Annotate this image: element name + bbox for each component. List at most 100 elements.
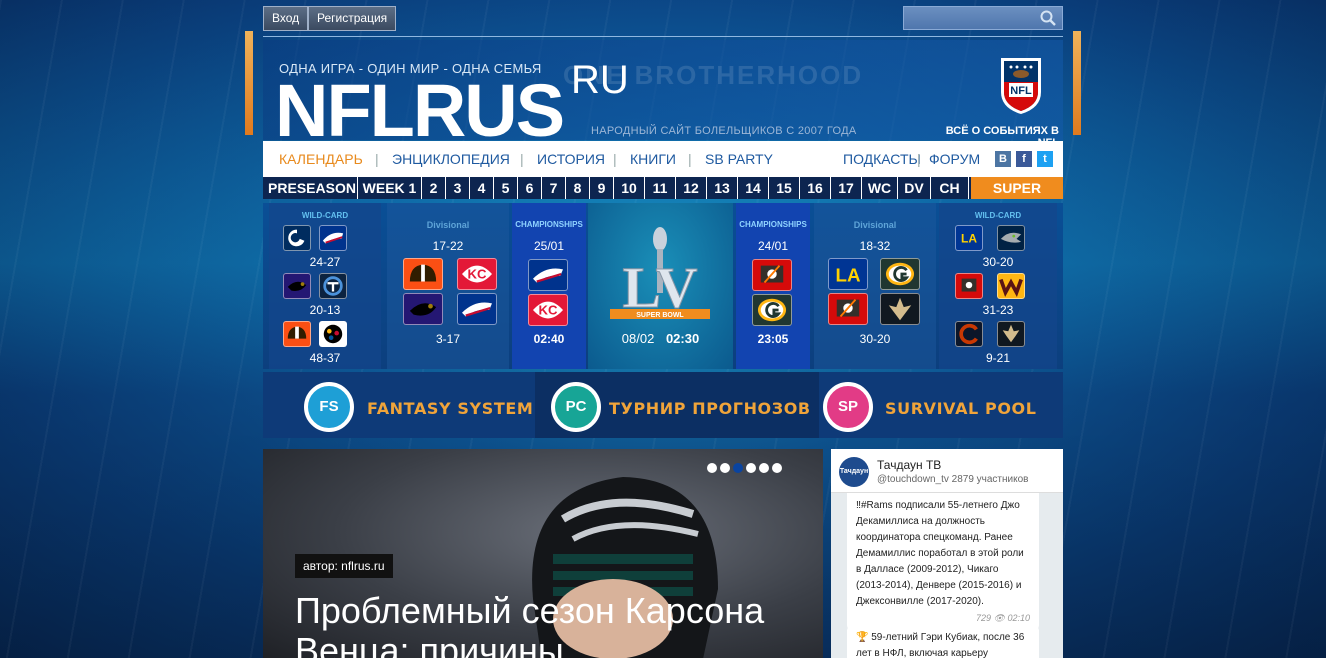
week-14[interactable]: 14 bbox=[738, 177, 769, 199]
nav-item-history[interactable]: ИСТОРИЯ bbox=[537, 151, 605, 167]
svg-text:KC: KC bbox=[539, 303, 558, 318]
week-12[interactable]: 12 bbox=[676, 177, 707, 199]
saints-logo-icon[interactable] bbox=[997, 321, 1025, 347]
week-wc[interactable]: WC bbox=[862, 177, 898, 199]
divider bbox=[263, 36, 1063, 37]
rams-logo-icon[interactable]: LA bbox=[955, 225, 983, 251]
telegram-header[interactable]: Тачдаун Тачдаун ТВ @touchdown_tv 2879 уч… bbox=[831, 449, 1063, 493]
nav-item-encyclopedia[interactable]: ЭНЦИКЛОПЕДИЯ bbox=[392, 151, 510, 167]
rams-logo-icon[interactable]: LA bbox=[828, 258, 868, 290]
telegram-feed[interactable]: ‼#Rams подписали 55-летнего Джо Декамилл… bbox=[831, 493, 1063, 658]
week-2[interactable]: 2 bbox=[422, 177, 446, 199]
round-heading: Divisional bbox=[426, 220, 470, 230]
bracket-left-wildcard: WILD-CARD 24-27 20-13 48-37 bbox=[269, 203, 381, 369]
week-1[interactable]: WEEK 1 bbox=[358, 177, 422, 199]
week-7[interactable]: 7 bbox=[542, 177, 566, 199]
browns-logo-icon[interactable] bbox=[403, 258, 443, 290]
bills-logo-icon[interactable] bbox=[528, 259, 568, 291]
article-title[interactable]: Проблемный сезон Карсона Венца: причины bbox=[295, 591, 815, 658]
search-input[interactable] bbox=[903, 6, 1063, 30]
channel-avatar: Тачдаун bbox=[839, 457, 869, 487]
fantasy-system-label: FANTASY SYSTEM bbox=[367, 399, 534, 418]
facebook-icon[interactable]: f bbox=[1016, 151, 1032, 167]
nav-separator: | bbox=[520, 151, 524, 167]
vk-icon[interactable]: В bbox=[995, 151, 1011, 167]
week-8[interactable]: 8 bbox=[566, 177, 590, 199]
week-9[interactable]: 9 bbox=[590, 177, 614, 199]
week-15[interactable]: 15 bbox=[769, 177, 800, 199]
bills-logo-icon[interactable] bbox=[457, 293, 497, 325]
steelers-logo-icon[interactable] bbox=[319, 321, 347, 347]
colts-logo-icon[interactable] bbox=[283, 225, 311, 251]
nav-item-calendar[interactable]: КАЛЕНДАРЬ bbox=[279, 151, 363, 167]
slider-dot[interactable] bbox=[746, 463, 756, 473]
login-button[interactable]: Вход bbox=[263, 6, 309, 31]
saints-logo-icon[interactable] bbox=[880, 293, 920, 325]
super-bowl-panel[interactable]: LV SUPER BOWL 08/02 02:30 bbox=[588, 203, 733, 369]
chiefs-logo-icon[interactable]: KC bbox=[528, 294, 568, 326]
nfl-badge-text: NFL bbox=[1010, 85, 1032, 97]
nav-separator: | bbox=[375, 151, 379, 167]
week-10[interactable]: 10 bbox=[614, 177, 645, 199]
round-heading: WILD-CARD bbox=[974, 211, 1022, 220]
round-heading: WILD-CARD bbox=[301, 211, 349, 220]
bears-logo-icon[interactable] bbox=[955, 321, 983, 347]
message-text: ‼#Rams подписали 55-летнего Джо Декамилл… bbox=[856, 500, 1024, 607]
nav-item-sb-party[interactable]: SB PARTY bbox=[705, 151, 773, 167]
chiefs-logo-icon[interactable]: KC bbox=[457, 258, 497, 290]
fan-site-caption: НАРОДНЫЙ САЙТ БОЛЕЛЬЩИКОВ С 2007 ГОДА bbox=[591, 125, 857, 137]
game-score: 48-37 bbox=[309, 351, 341, 365]
ravens-logo-icon[interactable] bbox=[403, 293, 443, 325]
search-icon[interactable] bbox=[1040, 10, 1056, 26]
fantasy-system-link[interactable]: FS FANTASY SYSTEM bbox=[263, 372, 535, 438]
site-logo-suffix[interactable]: RU bbox=[571, 58, 629, 102]
slider-dot[interactable] bbox=[772, 463, 782, 473]
week-ch[interactable]: CH bbox=[931, 177, 969, 199]
week-13[interactable]: 13 bbox=[707, 177, 738, 199]
washington-logo-icon[interactable] bbox=[997, 273, 1025, 299]
buccaneers-logo-icon[interactable] bbox=[828, 293, 868, 325]
bracket-glow-right bbox=[1073, 31, 1081, 135]
twitter-icon[interactable]: t bbox=[1037, 151, 1053, 167]
nav-separator: | bbox=[917, 151, 921, 167]
week-17[interactable]: 17 bbox=[831, 177, 862, 199]
article-author: автор: nflrus.ru bbox=[295, 554, 393, 578]
packers-logo-icon[interactable] bbox=[752, 294, 792, 326]
predictions-tournament-link[interactable]: PC ТУРНИР ПРОГНОЗОВ bbox=[535, 372, 819, 438]
week-3[interactable]: 3 bbox=[446, 177, 470, 199]
ravens-logo-icon[interactable] bbox=[283, 273, 311, 299]
nav-item-forum[interactable]: ФОРУМ bbox=[929, 151, 980, 167]
page: Вход Регистрация ONE BROTHERHOOD ОДНА ИГ… bbox=[245, 0, 1081, 658]
site-logo[interactable]: NFLRUS bbox=[275, 74, 565, 148]
game-date: 24/01 bbox=[757, 239, 789, 253]
super-bowl-ribbon: SUPER BOWL bbox=[636, 312, 684, 319]
round-heading: Divisional bbox=[853, 220, 897, 230]
slider-dot-active[interactable] bbox=[733, 463, 743, 473]
browns-logo-icon[interactable] bbox=[283, 321, 311, 347]
seahawks-logo-icon[interactable] bbox=[997, 225, 1025, 251]
game-score: 17-22 bbox=[432, 239, 464, 253]
week-super-bowl[interactable]: SUPER BOWL bbox=[971, 177, 1063, 218]
register-button[interactable]: Регистрация bbox=[308, 6, 397, 31]
week-dv[interactable]: DV bbox=[898, 177, 931, 199]
week-5[interactable]: 5 bbox=[494, 177, 518, 199]
slider-dots bbox=[707, 460, 785, 473]
week-4[interactable]: 4 bbox=[470, 177, 494, 199]
slider-dot[interactable] bbox=[759, 463, 769, 473]
bills-logo-icon[interactable] bbox=[319, 225, 347, 251]
week-16[interactable]: 16 bbox=[800, 177, 831, 199]
week-preseason[interactable]: PRESEASON bbox=[267, 177, 358, 199]
hero-slider[interactable]: автор: nflrus.ru Проблемный сезон Карсон… bbox=[263, 449, 823, 658]
buccaneers-logo-icon[interactable] bbox=[955, 273, 983, 299]
week-11[interactable]: 11 bbox=[645, 177, 676, 199]
nav-item-podcasts[interactable]: ПОДКАСТЫ bbox=[843, 151, 921, 167]
slider-dot[interactable] bbox=[720, 463, 730, 473]
nfl-logo-icon[interactable]: NFL bbox=[997, 52, 1045, 116]
buccaneers-logo-icon[interactable] bbox=[752, 259, 792, 291]
survival-pool-link[interactable]: SP SURVIVAL POOL bbox=[819, 372, 1063, 438]
week-6[interactable]: 6 bbox=[518, 177, 542, 199]
slider-dot[interactable] bbox=[707, 463, 717, 473]
packers-logo-icon[interactable] bbox=[880, 258, 920, 290]
titans-logo-icon[interactable] bbox=[319, 273, 347, 299]
nav-item-books[interactable]: КНИГИ bbox=[630, 151, 676, 167]
